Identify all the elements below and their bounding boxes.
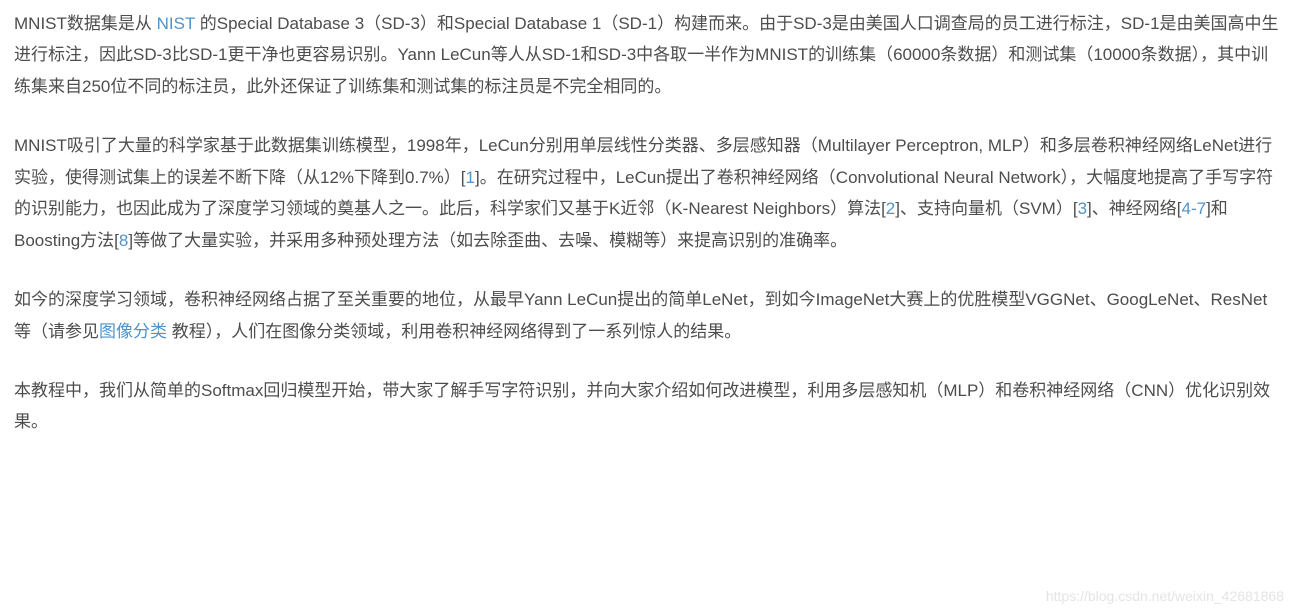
citation-8[interactable]: 8	[119, 231, 128, 250]
text: 教程），人们在图像分类领域，利用卷积神经网络得到了一系列惊人的结果。	[167, 322, 741, 341]
paragraph-4: 本教程中，我们从简单的Softmax回归模型开始，带大家了解手写字符识别，并向大…	[14, 375, 1282, 438]
text: ]、支持向量机（SVM）[	[895, 199, 1077, 218]
paragraph-1: MNIST数据集是从 NIST 的Special Database 3（SD-3…	[14, 8, 1282, 102]
link-image-classification[interactable]: 图像分类	[99, 322, 167, 341]
citation-2[interactable]: 2	[886, 199, 895, 218]
citation-1[interactable]: 1	[466, 168, 475, 187]
link-nist[interactable]: NIST	[157, 14, 195, 33]
citation-3[interactable]: 3	[1078, 199, 1087, 218]
text: 的Special Database 3（SD-3）和Special Databa…	[14, 14, 1279, 96]
text: MNIST数据集是从	[14, 14, 157, 33]
text: ]等做了大量实验，并采用多种预处理方法（如去除歪曲、去噪、模糊等）来提高识别的准…	[128, 231, 847, 250]
text: 本教程中，我们从简单的Softmax回归模型开始，带大家了解手写字符识别，并向大…	[14, 381, 1270, 431]
text: ]、神经网络[	[1087, 199, 1181, 218]
citation-4-7[interactable]: 4-7	[1181, 199, 1206, 218]
paragraph-3: 如今的深度学习领域，卷积神经网络占据了至关重要的地位，从最早Yann LeCun…	[14, 284, 1282, 347]
watermark: https://blog.csdn.net/weixin_42681868	[1046, 584, 1284, 610]
paragraph-2: MNIST吸引了大量的科学家基于此数据集训练模型，1998年，LeCun分别用单…	[14, 130, 1282, 256]
